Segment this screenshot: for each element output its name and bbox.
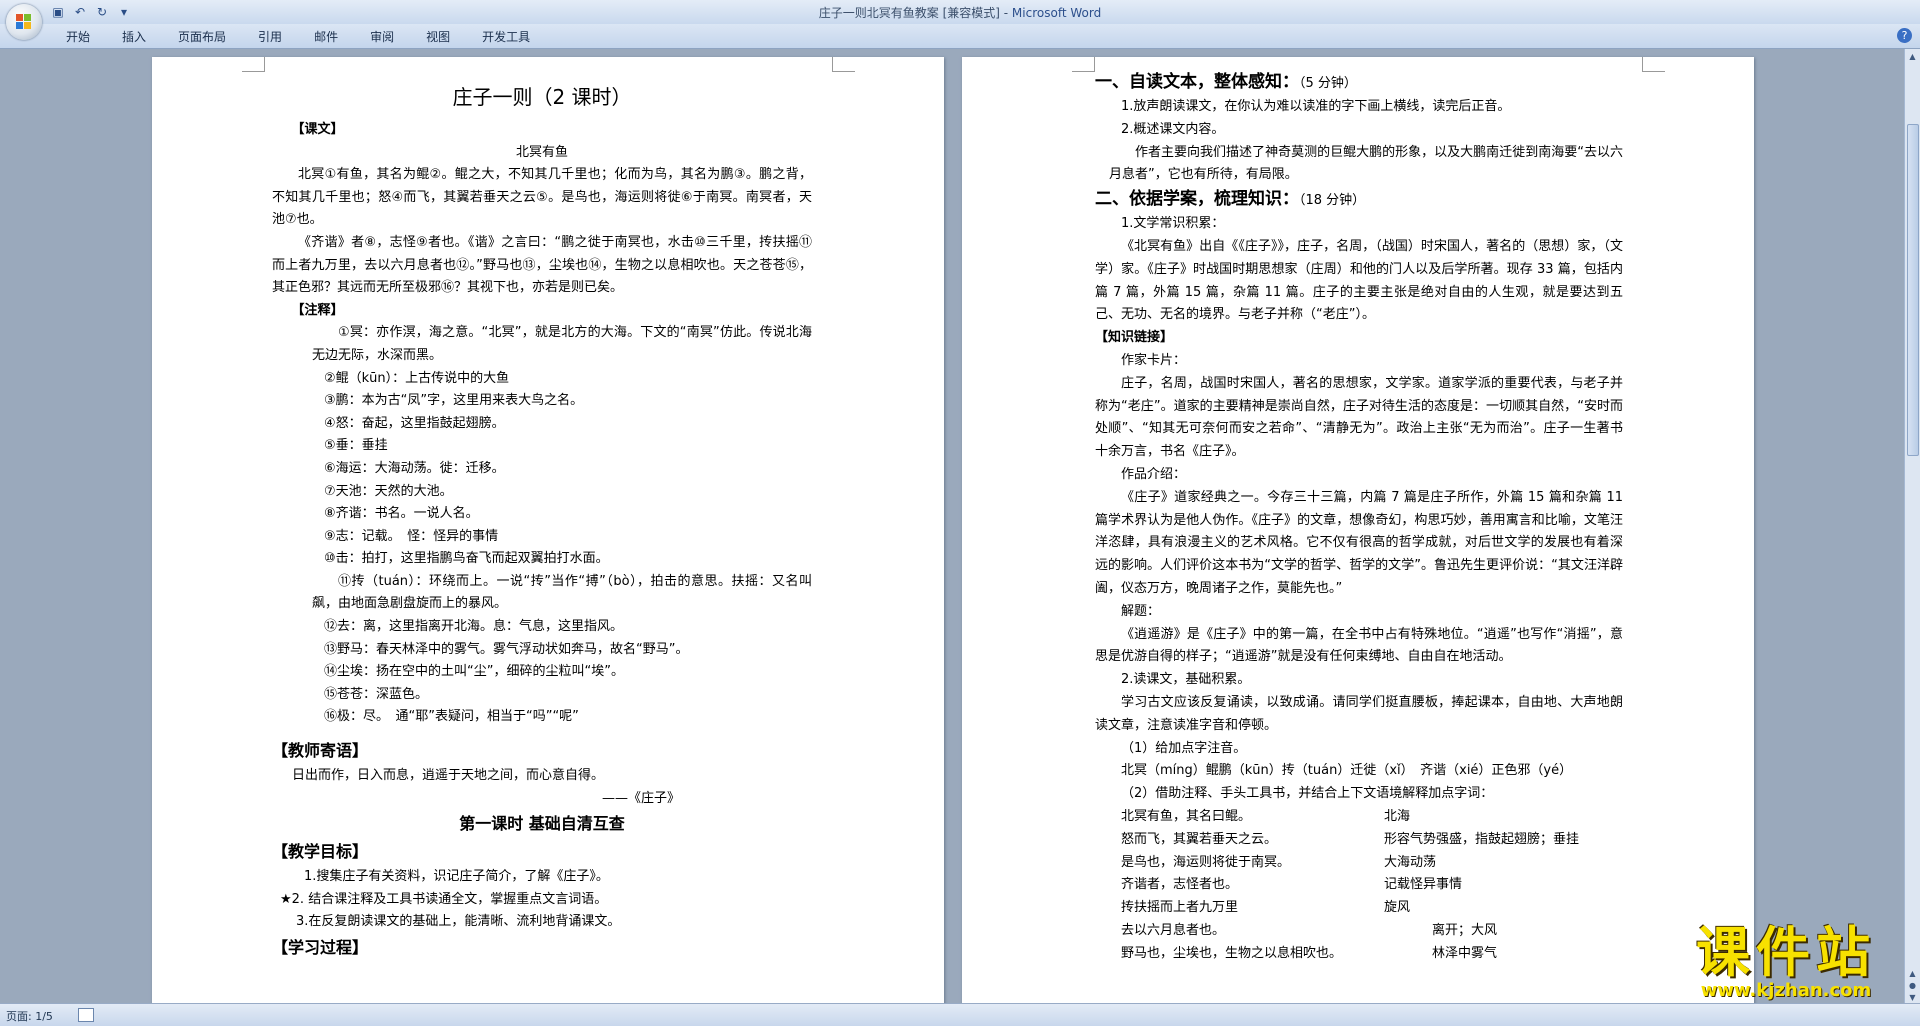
tab-review[interactable]: 审阅 bbox=[354, 29, 410, 45]
window-title: 庄子一则北冥有鱼教案 [兼容模式] - Microsoft Word bbox=[818, 6, 1102, 20]
vocab-row: 怒而飞，其翼若垂天之云。 形容气势强盛，指鼓起翅膀；垂挂 bbox=[1121, 831, 1580, 847]
text-paragraph: 作者主要向我们描述了神奇莫测的巨鲲大鹏的形象，以及大鹏南迁徙到南海要“去以六月息… bbox=[1109, 144, 1623, 183]
tab-view[interactable]: 视图 bbox=[410, 29, 466, 45]
crop-mark bbox=[1072, 57, 1095, 72]
watermark-url: www.kjzhan.com bbox=[1700, 980, 1872, 1001]
section-2-heading: 二、依据学案，梳理知识：（18 分钟） bbox=[1095, 189, 1366, 210]
note-item: ⑫去：离，这里指离开北海。息：气息，这里指风。 bbox=[324, 619, 624, 635]
tab-home[interactable]: 开始 bbox=[50, 29, 106, 45]
crop-mark bbox=[832, 57, 855, 72]
tab-references[interactable]: 引用 bbox=[242, 29, 298, 45]
office-logo-icon bbox=[16, 14, 32, 30]
vertical-scrollbar[interactable]: ▲ ▲ ● ▼ bbox=[1904, 49, 1920, 1003]
crop-mark bbox=[1642, 57, 1665, 72]
list-item: 1.放声朗读课文，在你认为难以读准的字下画上横线，读完后正音。 bbox=[1121, 99, 1511, 114]
site-watermark: 课件站 www.kjzhan.com bbox=[1668, 925, 1904, 1001]
goal-item: 1.搜集庄子有关资料，识记庄子简介，了解《庄子》。 bbox=[304, 869, 609, 885]
proofing-icon[interactable] bbox=[78, 1008, 94, 1022]
question-1-line: 北冥（míng）鲲鹏（kūn）抟（tuán）迁徙（xǐ） 齐谐（xié）正色邪（… bbox=[1121, 763, 1573, 779]
teacher-heading: 【教师寄语】 bbox=[272, 741, 369, 761]
goal-item: 3.在反复朗读课文的基础上，能清晰、流利地背诵课文。 bbox=[296, 914, 621, 930]
crop-mark bbox=[242, 57, 265, 72]
vocab-row: 去以六月息者也。 离开；大风 bbox=[1121, 922, 1498, 938]
document-page-1[interactable]: 庄子一则（2 课时） 【课文】 北冥有鱼 北冥①有鱼，其名为鲲②。鲲之大，不知其… bbox=[152, 57, 944, 1003]
notes-label: 【注释】 bbox=[291, 302, 344, 318]
note-item: ⑦天池：天然的大池。 bbox=[324, 483, 453, 499]
note-item: ⑩击：拍打，这里指鹏鸟奋飞而起双翼拍打水面。 bbox=[324, 551, 609, 567]
list-item: 2.读课文，基础积累。 bbox=[1121, 672, 1251, 688]
help-icon[interactable]: ? bbox=[1897, 28, 1912, 43]
note-item: ⑪抟（tuán）：环绕而上。一说“抟”当作“搏”（bò），拍击的意思。扶摇：又名… bbox=[312, 573, 812, 612]
vocab-row: 野马也，尘埃也，生物之以息相吹也。 林泽中雾气 bbox=[1121, 945, 1498, 961]
kewen-label: 【课文】 bbox=[291, 122, 344, 137]
text-paragraph: 《庄子》道家经典之一。今存三十三篇，内篇 7 篇是庄子所作，外篇 15 篇和杂篇… bbox=[1095, 489, 1623, 596]
watermark-logo: 课件站 bbox=[1696, 921, 1876, 984]
document-workspace: 庄子一则（2 课时） 【课文】 北冥有鱼 北冥①有鱼，其名为鲲②。鲲之大，不知其… bbox=[0, 49, 1905, 1003]
note-item: ①冥：亦作溟，海之意。“北冥”，就是北方的大海。下文的“南冥”仿此。传说北海无边… bbox=[312, 325, 812, 363]
page-count[interactable]: 页面: 1/5 bbox=[6, 1008, 53, 1024]
goals-heading: 【教学目标】 bbox=[272, 842, 369, 862]
note-item: ⑯极：尽。 通“耶”表疑问，相当于“吗”“呢” bbox=[324, 709, 579, 725]
note-item: ②鲲（kūn）：上古传说中的大鱼 bbox=[324, 370, 510, 386]
select-browse-object-icon[interactable]: ● bbox=[1907, 980, 1918, 991]
title-explain-label: 解题： bbox=[1121, 603, 1161, 619]
page-1-content: 庄子一则（2 课时） 【课文】 北冥有鱼 北冥①有鱼，其名为鲲②。鲲之大，不知其… bbox=[272, 75, 812, 962]
note-item: ⑬野马：春天林泽中的雾气。雾气浮动状如奔马，故名“野马”。 bbox=[324, 641, 689, 657]
note-item: ⑭尘埃：扬在空中的土叫“尘”，细碎的尘粒叫“埃”。 bbox=[324, 664, 624, 680]
tab-mailings[interactable]: 邮件 bbox=[298, 29, 354, 45]
vocab-row: 北冥有鱼，其名曰鲲。 北海 bbox=[1121, 808, 1411, 824]
vocab-row: 齐谐者，志怪者也。 记载怪异事情 bbox=[1121, 877, 1463, 893]
note-item: ③鹏：本为古“凤”字，这里用来表大鸟之名。 bbox=[324, 393, 584, 409]
vocab-row: 抟扶摇而上者九万里 旋风 bbox=[1121, 900, 1411, 916]
office-button[interactable] bbox=[6, 4, 42, 40]
note-item: ⑥海运：大海动荡。徙：迁移。 bbox=[324, 460, 505, 476]
document-page-2[interactable]: 一、自读文本，整体感知：（5 分钟） 1.放声朗读课文，在你认为难以读准的字下画… bbox=[962, 57, 1754, 1003]
tab-insert[interactable]: 插入 bbox=[106, 29, 162, 45]
teacher-source: ——《庄子》 bbox=[602, 790, 681, 806]
section-1-heading: 一、自读文本，整体感知：（5 分钟） bbox=[1095, 72, 1357, 92]
knowledge-link-label: 【知识链接】 bbox=[1095, 330, 1174, 346]
text-paragraph: 《北冥有鱼》出自《《庄子》》，庄子，名周，（战国）时宋国人，著名的（思想）家，（… bbox=[1095, 238, 1623, 323]
title-bar: ▣ ↶ ↻ ▾ 庄子一则北冥有鱼教案 [兼容模式] - Microsoft Wo… bbox=[0, 0, 1920, 24]
prev-page-icon[interactable]: ▲ bbox=[1907, 968, 1918, 979]
scroll-thumb[interactable] bbox=[1907, 124, 1919, 456]
note-item: ⑧齐谐：书名。一说人名。 bbox=[324, 506, 479, 522]
text-paragraph: 《逍遥游》是《庄子》中的第一篇，在全书中占有特殊地位。“逍遥”也写作“消摇”，意… bbox=[1095, 626, 1623, 665]
tab-page-layout[interactable]: 页面布局 bbox=[162, 29, 242, 45]
note-item: ④怒：奋起，这里指鼓起翅膀。 bbox=[324, 415, 505, 431]
scroll-up-icon[interactable]: ▲ bbox=[1907, 51, 1918, 62]
text-paragraph: 北冥①有鱼，其名为鲲②。鲲之大，不知其几千里也；化而为鸟，其名为鹏③。鹏之背，不… bbox=[272, 167, 812, 228]
page-2-content: 一、自读文本，整体感知：（5 分钟） 1.放声朗读课文，在你认为难以读准的字下画… bbox=[1095, 70, 1623, 965]
author-card-label: 作家卡片： bbox=[1121, 352, 1187, 368]
teacher-text: 日出而作，日入而息，逍遥于天地之间，而心意自得。 bbox=[292, 768, 605, 784]
poem-title: 北冥有鱼 bbox=[515, 144, 568, 160]
goal-item: ★2. 结合课注释及工具书读通全文，掌握重点文言词语。 bbox=[280, 891, 608, 907]
section-1-time: （5 分钟） bbox=[1299, 76, 1357, 91]
lesson-1-title: 第一课时 基础自清互查 bbox=[459, 814, 625, 834]
question-1-label: （1）给加点字注音。 bbox=[1121, 740, 1247, 756]
text-paragraph: 学习古文应该反复诵读，以致成诵。请同学们挺直腰板，捧起课本，自由地、大声地朗读文… bbox=[1095, 694, 1623, 733]
note-item: ⑤垂：垂挂 bbox=[324, 438, 388, 454]
next-page-icon[interactable]: ▼ bbox=[1907, 992, 1918, 1003]
note-item: ⑮苍苍：深蓝色。 bbox=[324, 686, 429, 702]
status-bar: 页面: 1/5 bbox=[0, 1003, 1920, 1026]
question-2-label: （2）借助注释、手头工具书，并结合上下文语境解释加点字词： bbox=[1121, 786, 1494, 802]
ribbon: 开始 插入 页面布局 引用 邮件 审阅 视图 开发工具 ? bbox=[0, 24, 1920, 49]
section-2-time: （18 分钟） bbox=[1299, 193, 1366, 209]
process-heading: 【学习过程】 bbox=[272, 938, 369, 957]
text-paragraph: 《齐谐》者⑧，志怪⑨者也。《谐》之言曰：“鹏之徙于南冥也，水击⑩三千里，抟扶摇⑪… bbox=[272, 234, 812, 296]
document-title: 庄子一则（2 课时） bbox=[452, 85, 632, 109]
text-paragraph: 庄子，名周，战国时宋国人，著名的思想家，文学家。道家学派的重要代表，与老子并称为… bbox=[1095, 375, 1623, 460]
tab-developer[interactable]: 开发工具 bbox=[466, 29, 546, 45]
vocab-row: 是鸟也，海运则将徙于南冥。 大海动荡 bbox=[1121, 854, 1437, 870]
list-item: 2.概述课文内容。 bbox=[1121, 121, 1225, 137]
work-intro-label: 作品介绍： bbox=[1121, 466, 1187, 482]
list-item: 1.文学常识积累： bbox=[1121, 216, 1225, 232]
note-item: ⑨志：记载。 怪：怪异的事情 bbox=[324, 528, 499, 544]
